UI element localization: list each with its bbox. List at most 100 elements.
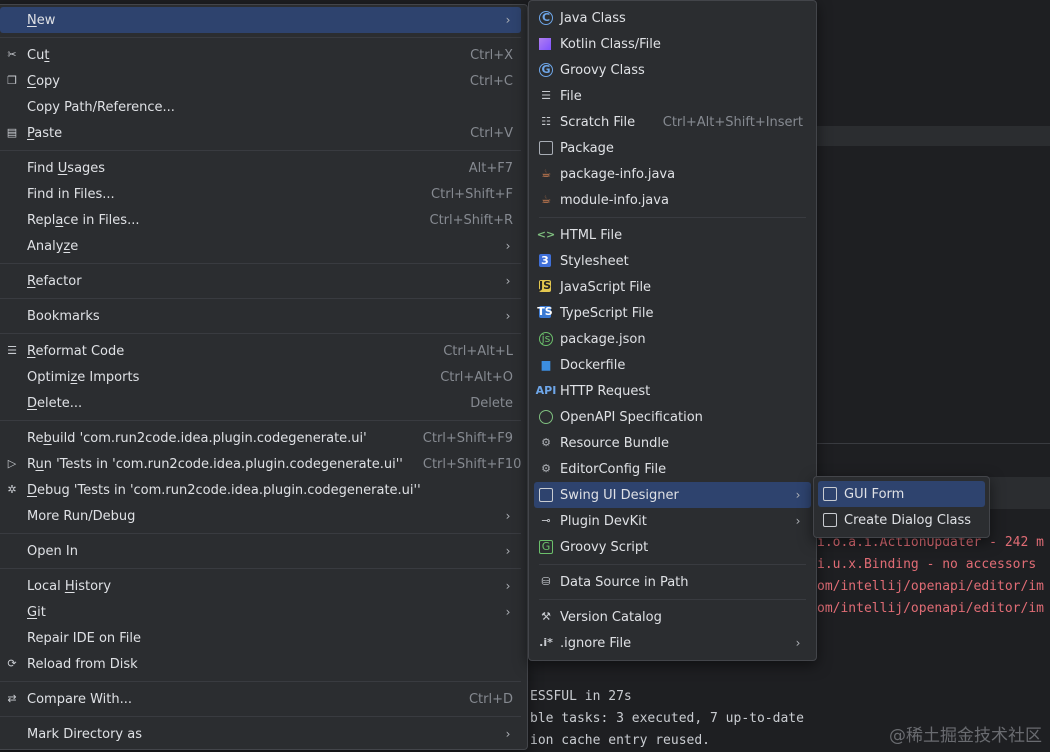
menu-item-cut[interactable]: ✂ Cut Ctrl+X [0,42,521,68]
database-icon: ⛁ [541,575,551,588]
menu-item-label: Debug 'Tests in 'com.run2code.idea.plugi… [27,482,421,498]
menu-item-reload-from-disk[interactable]: ⟳ Reload from Disk [0,651,521,677]
menu-item-openapi-spec[interactable]: OpenAPI Specification [534,404,811,430]
menu-item-version-catalog[interactable]: ⚒ Version Catalog [534,604,811,630]
menu-item-shortcut: Ctrl+Shift+F10 [422,456,522,472]
menu-item-open-in[interactable]: Open In › [0,538,521,564]
menu-item-shortcut: Ctrl+Shift+R [429,212,514,228]
menu-item-resource-bundle[interactable]: ⚙ Resource Bundle [534,430,811,456]
menu-item-label: OpenAPI Specification [560,409,703,425]
menu-item-find-usages[interactable]: Find Usages Alt+F7 [0,155,521,181]
new-submenu: C Java Class Kotlin Class/File G Groovy Clas… [528,0,817,661]
menu-item-swing-ui-designer[interactable]: Swing UI Designer › [534,482,811,508]
menu-item-stylesheet[interactable]: 3 Stylesheet [534,248,811,274]
menu-item-label: Resource Bundle [560,435,670,451]
menu-item-copy[interactable]: ❐ Copy Ctrl+C [0,68,521,94]
menu-item-label: Git [27,604,46,620]
menu-item-java-class[interactable]: C Java Class [534,5,811,31]
catalog-icon: ⚒ [541,610,551,623]
menu-separator [0,420,521,421]
menu-item-kotlin-class[interactable]: Kotlin Class/File [534,31,811,57]
menu-item-label: New [27,12,56,28]
window-icon [823,513,837,527]
menu-item-label: EditorConfig File [560,461,667,477]
reload-icon: ⟳ [7,657,17,670]
menu-item-label: Version Catalog [560,609,662,625]
menu-item-bookmarks[interactable]: Bookmarks › [0,303,521,329]
menu-item-shortcut: Ctrl+C [469,73,513,89]
menu-item-rebuild[interactable]: Rebuild 'com.run2code.idea.plugin.codege… [0,425,521,451]
menu-item-copy-path[interactable]: Copy Path/Reference... [0,94,521,120]
menu-item-create-dialog-class[interactable]: Create Dialog Class [818,507,985,533]
menu-item-groovy-script[interactable]: G Groovy Script [534,534,811,560]
menu-item-label: Copy Path/Reference... [27,99,175,115]
menu-item-debug-tests[interactable]: ✲ Debug 'Tests in 'com.run2code.idea.plug… [0,477,521,503]
menu-item-find-in-files[interactable]: Find in Files... Ctrl+Shift+F [0,181,521,207]
menu-item-http-request[interactable]: API HTTP Request [534,378,811,404]
menu-item-label: Find in Files... [27,186,115,202]
menu-item-shortcut: Alt+F7 [468,160,513,176]
menu-item-package[interactable]: Package [534,135,811,161]
menu-item-label: Local History [27,578,112,594]
menu-item-refactor[interactable]: Refactor › [0,268,521,294]
menu-separator [539,217,806,218]
menu-item-plugin-devkit[interactable]: ⊸ Plugin DevKit › [534,508,811,534]
chevron-right-icon: › [505,274,511,288]
menu-item-reformat-code[interactable]: ☰ Reformat Code Ctrl+Alt+L [0,338,521,364]
menu-item-mark-directory-as[interactable]: Mark Directory as › [0,721,521,747]
menu-item-scratch-file[interactable]: ☷ Scratch File Ctrl+Alt+Shift+Insert [534,109,811,135]
menu-item-groovy-class[interactable]: G Groovy Class [534,57,811,83]
menu-item-editorconfig-file[interactable]: ⚙ EditorConfig File [534,456,811,482]
menu-item-package-info[interactable]: ☕ package-info.java [534,161,811,187]
menu-item-package-json[interactable]: js package.json [534,326,811,352]
menu-item-data-source-in-path[interactable]: ⛁ Data Source in Path [534,569,811,595]
editor-divider [816,443,1050,444]
menu-item-delete[interactable]: Delete... Delete [0,390,521,416]
menu-item-label: Create Dialog Class [844,512,972,528]
menu-item-run-tests[interactable]: ▷ Run 'Tests in 'com.run2code.idea.plugin… [0,451,522,477]
menu-item-label: Scratch File [560,114,636,130]
menu-item-replace-in-files[interactable]: Replace in Files... Ctrl+Shift+R [0,207,521,233]
menu-item-shortcut: Ctrl+Shift+F9 [422,430,513,446]
ignore-icon: .i* [539,636,553,649]
menu-item-more-run-debug[interactable]: More Run/Debug › [0,503,521,529]
menu-item-optimize-imports[interactable]: Optimize Imports Ctrl+Alt+O [0,364,521,390]
menu-item-label: Run 'Tests in 'com.run2code.idea.plugin.… [27,456,403,472]
menu-item-typescript-file[interactable]: TS TypeScript File [534,300,811,326]
kotlin-icon [539,38,551,50]
menu-item-label: Paste [27,125,63,141]
menu-item-label: More Run/Debug [27,508,136,524]
menu-item-paste[interactable]: ▤ Paste Ctrl+V [0,120,521,146]
menu-item-label: Refactor [27,273,82,289]
menu-item-file[interactable]: ☰ File [534,83,811,109]
menu-item-label: Repair IDE on File [27,630,142,646]
menu-item-git[interactable]: Git › [0,599,521,625]
menu-item-label: JavaScript File [560,279,652,295]
menu-item-shortcut: Ctrl+Alt+O [440,369,513,385]
chevron-right-icon: › [505,239,511,253]
menu-item-label: .ignore File [560,635,632,651]
menu-item-repair-ide[interactable]: Repair IDE on File [0,625,521,651]
menu-item-dockerfile[interactable]: ▆ Dockerfile [534,352,811,378]
paste-icon: ▤ [6,126,18,139]
menu-item-label: Swing UI Designer [560,487,679,503]
menu-item-shortcut: Ctrl+V [470,125,513,141]
menu-item-compare-with[interactable]: ⇄ Compare With... Ctrl+D [0,686,521,712]
menu-item-html-file[interactable]: <> HTML File [534,222,811,248]
menu-item-local-history[interactable]: Local History › [0,573,521,599]
chevron-right-icon: › [505,544,511,558]
menu-item-gui-form[interactable]: GUI Form [818,481,985,507]
chevron-right-icon: › [795,488,801,502]
context-menu: New › ✂ Cut Ctrl+X ❐ Copy Ctrl+C Copy Path/Refer… [0,4,528,750]
menu-item-module-info[interactable]: ☕ module-info.java [534,187,811,213]
menu-item-analyze[interactable]: Analyze › [0,233,521,259]
openapi-icon [539,410,553,424]
menu-item-javascript-file[interactable]: JS JavaScript File [534,274,811,300]
menu-item-ignore-file[interactable]: .i* .ignore File › [534,630,811,656]
menu-item-label: Find Usages [27,160,106,176]
menu-item-label: Mark Directory as [27,726,142,742]
chevron-right-icon: › [505,605,511,619]
html-icon: <> [536,228,556,241]
menu-item-new[interactable]: New › [0,7,521,33]
debug-icon: ✲ [7,483,17,496]
